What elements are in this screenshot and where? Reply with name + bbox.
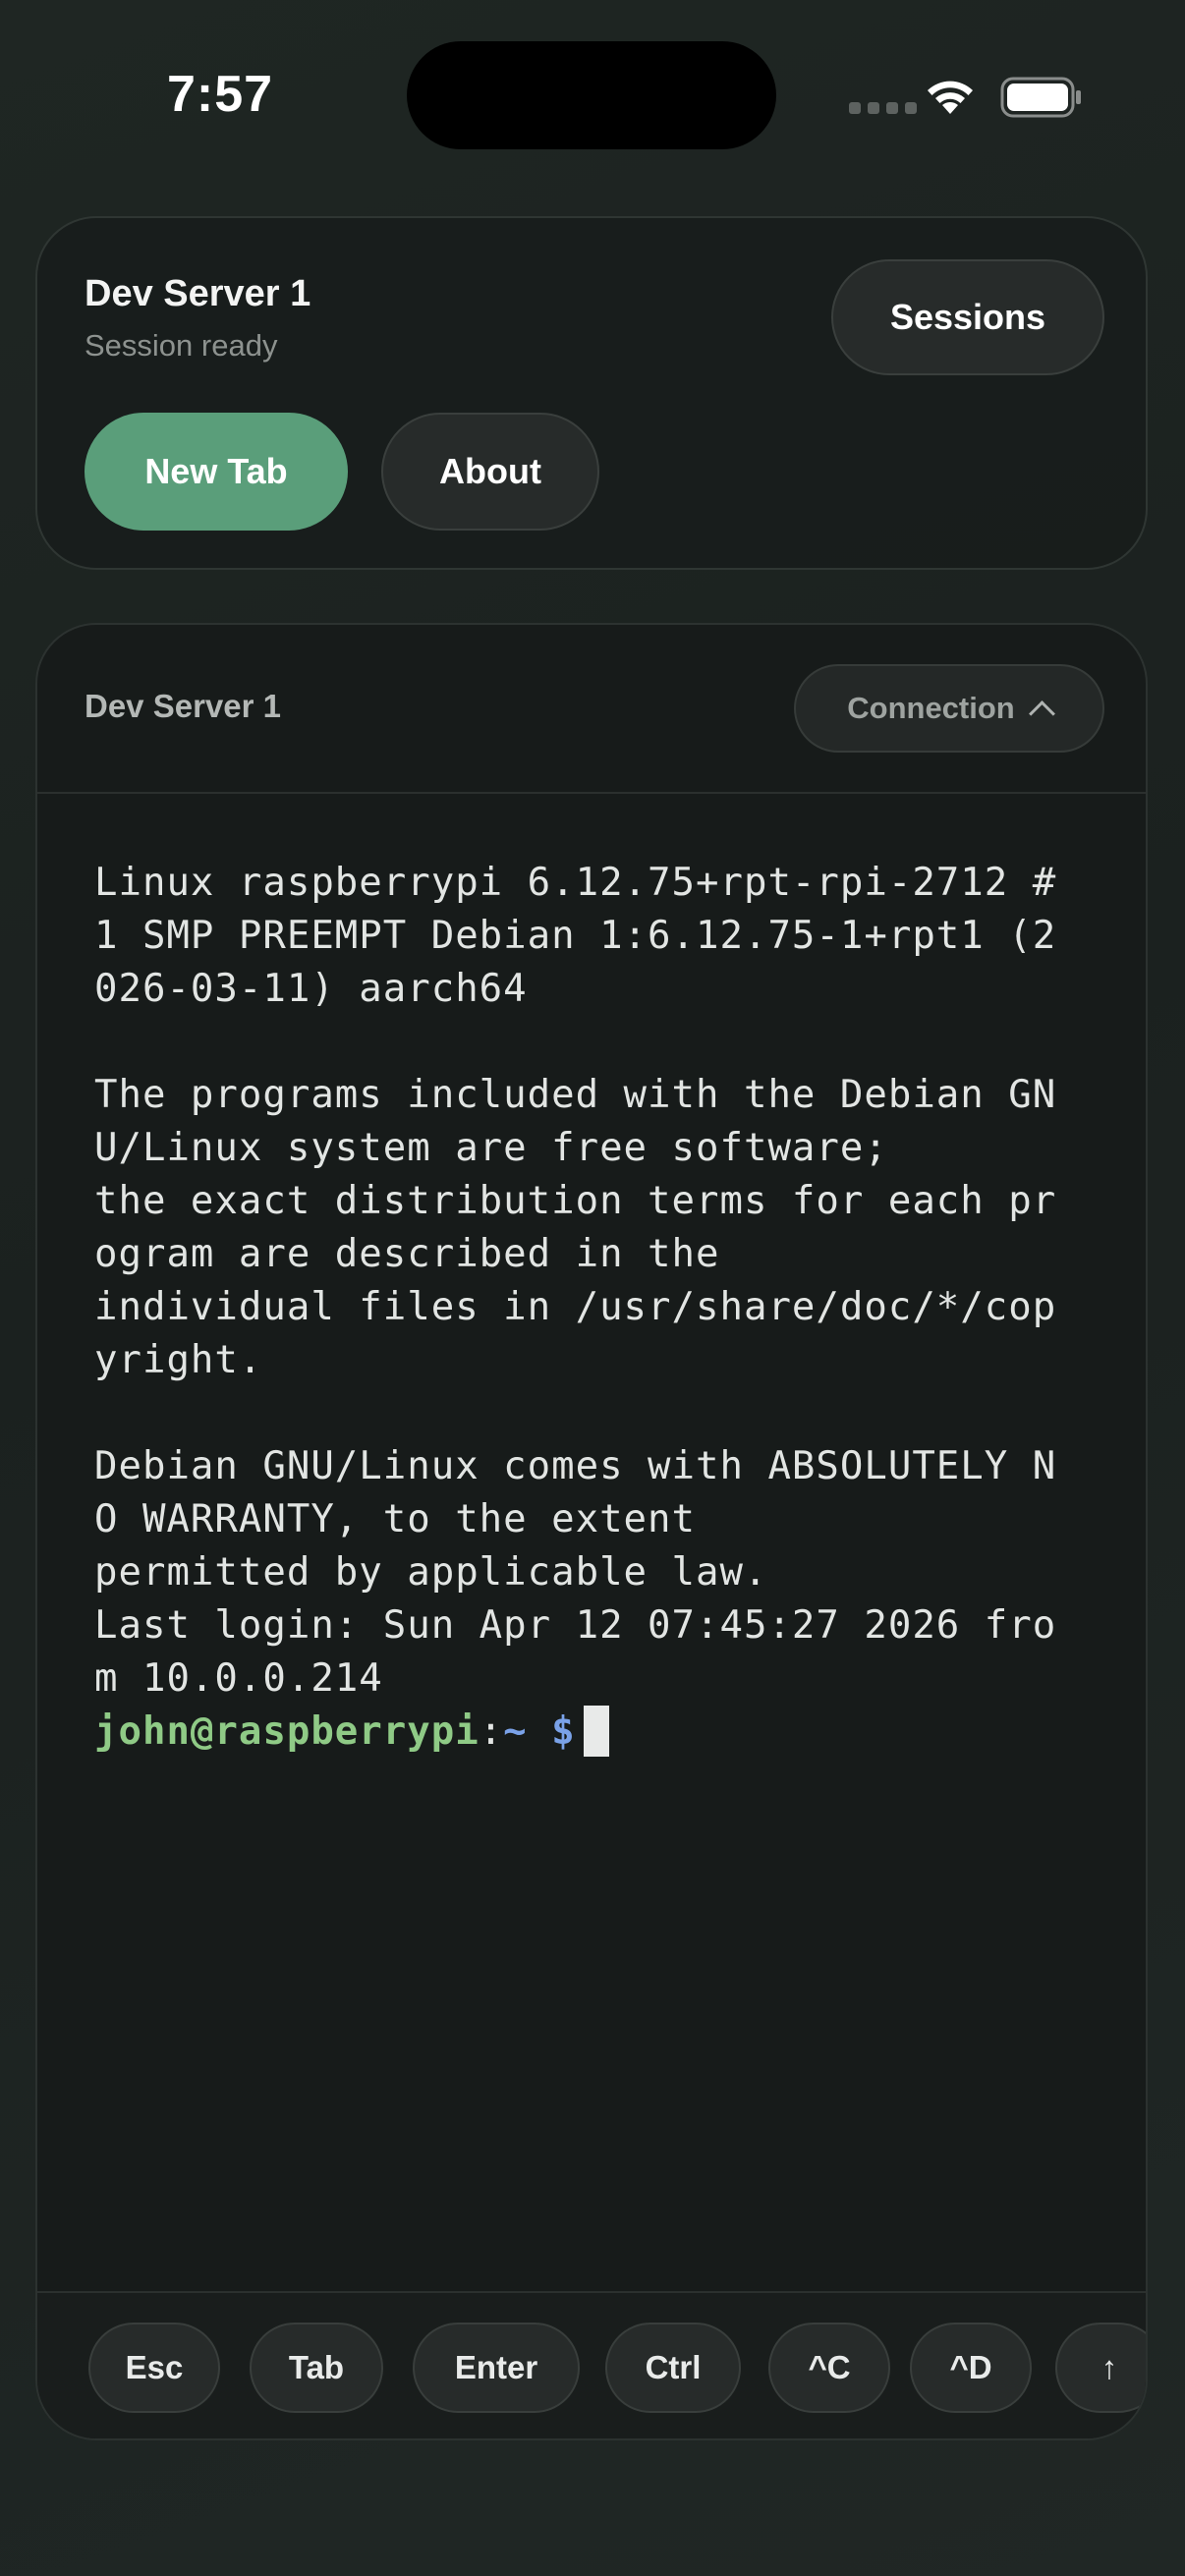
terminal-line: U/Linux system are free software; bbox=[94, 1126, 888, 1170]
key-enter[interactable]: Enter bbox=[413, 2323, 580, 2413]
terminal-line: ogram are described in the bbox=[94, 1232, 720, 1276]
prompt-path: ~ $ bbox=[503, 1709, 576, 1754]
terminal-cursor bbox=[583, 1706, 609, 1757]
server-name: Dev Server 1 bbox=[85, 273, 311, 314]
battery-icon bbox=[1000, 77, 1081, 118]
terminal-line: Debian GNU/Linux comes with ABSOLUTELY N bbox=[94, 1444, 1057, 1488]
connection-toggle-button[interactable]: Connection bbox=[794, 664, 1104, 753]
terminal-line: 026-03-11) aarch64 bbox=[94, 967, 528, 1011]
terminal-title: Dev Server 1 bbox=[85, 688, 281, 724]
key-arrow-up[interactable]: ↑ bbox=[1055, 2323, 1146, 2413]
status-time: 7:57 bbox=[167, 66, 274, 123]
terminal-line: yright. bbox=[94, 1338, 263, 1382]
cellular-signal-icon bbox=[849, 102, 917, 114]
chevron-up-icon bbox=[1028, 700, 1055, 727]
terminal-line: permitted by applicable law. bbox=[94, 1550, 768, 1595]
key-ctrl-c[interactable]: ^C bbox=[768, 2323, 890, 2413]
sessions-button[interactable]: Sessions bbox=[831, 259, 1104, 375]
new-tab-button[interactable]: New Tab bbox=[85, 413, 348, 531]
key-ctrl[interactable]: Ctrl bbox=[605, 2323, 741, 2413]
terminal-line: The programs included with the Debian GN bbox=[94, 1073, 1057, 1117]
terminal-header: Dev Server 1 Connection bbox=[37, 625, 1146, 794]
prompt-user: john@raspberrypi bbox=[94, 1709, 480, 1754]
dynamic-island bbox=[407, 41, 776, 149]
terminal-line: Linux raspberrypi 6.12.75+rpt-rpi-2712 # bbox=[94, 861, 1057, 905]
terminal-panel: Dev Server 1 Connection Linux raspberryp… bbox=[35, 623, 1148, 2440]
terminal-line: O WARRANTY, to the extent bbox=[94, 1497, 696, 1541]
terminal-line: m 10.0.0.214 bbox=[94, 1656, 383, 1701]
terminal-line: individual files in /usr/share/doc/*/cop bbox=[94, 1285, 1057, 1329]
prompt-separator: : bbox=[479, 1709, 504, 1754]
about-button[interactable]: About bbox=[381, 413, 599, 531]
special-keys-bar: Esc Tab Enter Ctrl ^C ^D ↑ bbox=[37, 2291, 1146, 2438]
key-esc[interactable]: Esc bbox=[88, 2323, 220, 2413]
wifi-icon bbox=[928, 81, 973, 114]
key-tab[interactable]: Tab bbox=[250, 2323, 383, 2413]
terminal-prompt-line: john@raspberrypi:~ $ bbox=[94, 1706, 1093, 1759]
session-status: Session ready bbox=[85, 328, 278, 363]
terminal-output[interactable]: Linux raspberrypi 6.12.75+rpt-rpi-2712 #… bbox=[94, 857, 1093, 1759]
session-header-card: Dev Server 1 Session ready Sessions New … bbox=[35, 216, 1148, 570]
terminal-line: Last login: Sun Apr 12 07:45:27 2026 fro bbox=[94, 1603, 1057, 1648]
key-ctrl-d[interactable]: ^D bbox=[910, 2323, 1032, 2413]
terminal-line: 1 SMP PREEMPT Debian 1:6.12.75-1+rpt1 (2 bbox=[94, 914, 1057, 958]
terminal-line: the exact distribution terms for each pr bbox=[94, 1179, 1057, 1223]
connection-label: Connection bbox=[847, 691, 1015, 725]
